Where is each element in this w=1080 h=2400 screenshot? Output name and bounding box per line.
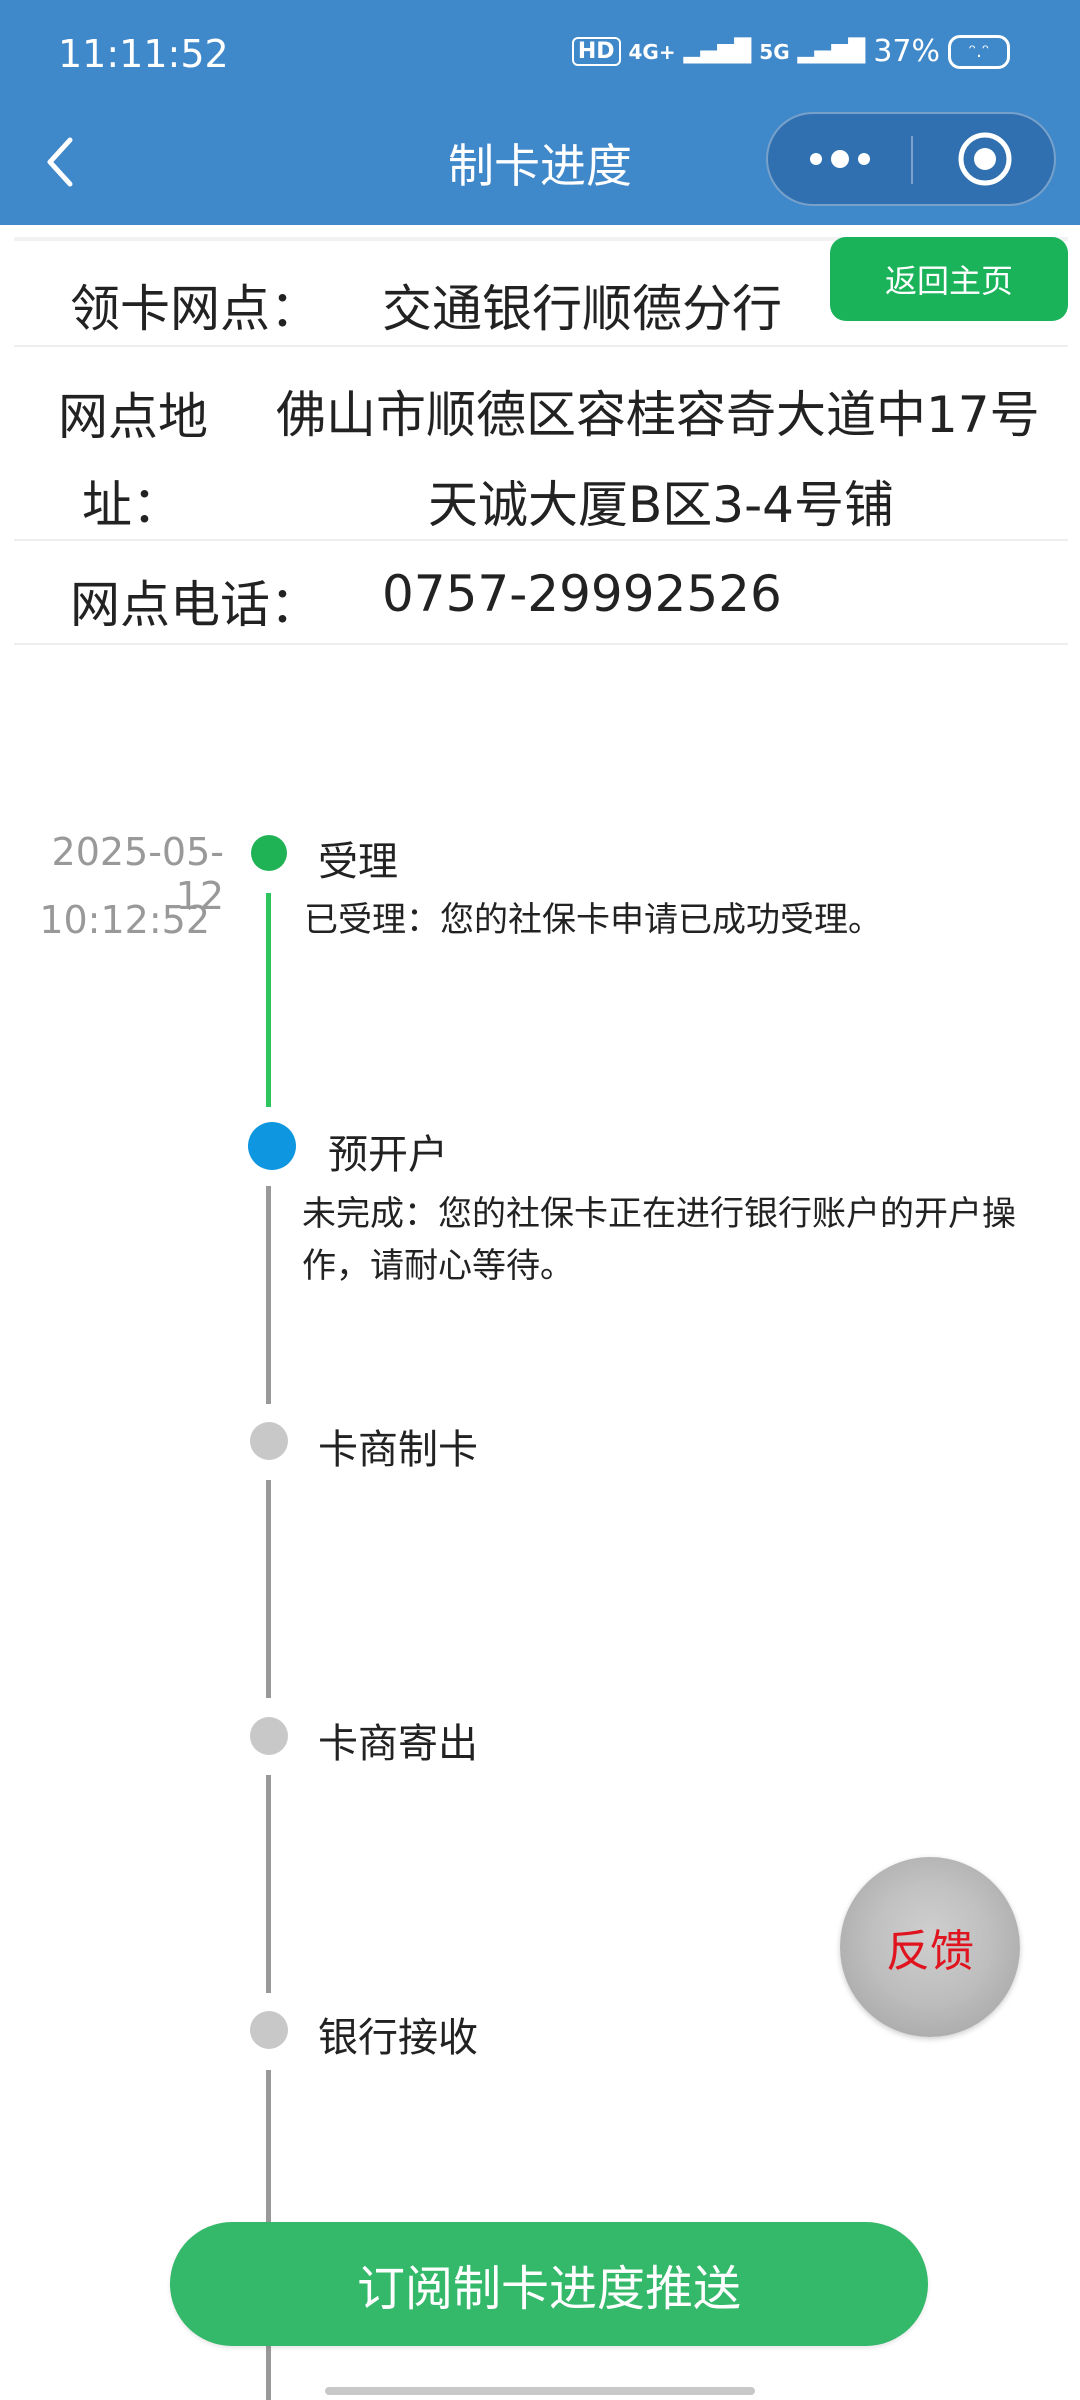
step-title: 卡商制卡	[318, 1427, 478, 1473]
timeline-dot-pending	[250, 1717, 288, 1755]
timeline-dot-pending	[250, 2011, 288, 2049]
hd-icon: HD	[571, 37, 621, 66]
home-indicator[interactable]	[325, 2387, 755, 2395]
address-line-1: 佛山市顺德区容桂容奇大道中17号	[276, 386, 1040, 444]
signal-4g-icon: 4G+	[628, 39, 676, 64]
signal-bars-icon: ▂▄▆█	[683, 39, 752, 64]
close-mini-program-button[interactable]	[913, 114, 1056, 204]
step-title: 受理	[318, 839, 398, 885]
address-line-2: 天诚大厦B区3-4号铺	[428, 476, 894, 534]
address-label-2: 址：	[82, 476, 182, 534]
timeline-line	[266, 1186, 271, 1404]
phone-row: 网点电话： 0757-29992526	[14, 541, 1068, 645]
phone-value: 0757-29992526	[382, 565, 782, 623]
status-time: 11:11:52	[58, 32, 229, 76]
address-row: 网点地 址： 佛山市顺德区容桂容奇大道中17号 天诚大厦B区3-4号铺	[14, 347, 1068, 541]
status-icons: HD 4G+ ▂▄▆█ 5G ▂▄▆█ 37% ᵔ.ᵔ	[571, 34, 1010, 69]
timeline-dot-current	[248, 1122, 296, 1170]
address-label-1: 网点地	[58, 388, 208, 446]
battery-percent: 37%	[873, 34, 940, 69]
timeline-line	[266, 1775, 271, 1993]
step-title: 银行接收	[318, 2015, 478, 2061]
step-title: 卡商寄出	[318, 1721, 478, 1767]
step-time: 10:12:52	[39, 898, 210, 942]
feedback-label: 反馈	[868, 1885, 992, 2009]
mini-program-capsule	[766, 112, 1056, 206]
battery-icon: ᵔ.ᵔ	[948, 34, 1010, 69]
return-home-button[interactable]: 返回主页	[830, 237, 1068, 321]
timeline-line-done	[266, 893, 271, 1107]
branch-label: 领卡网点：	[70, 280, 320, 338]
subscribe-progress-button[interactable]: 订阅制卡进度推送	[170, 2222, 928, 2346]
more-dots-icon	[809, 150, 870, 168]
timeline-dot-done	[251, 835, 287, 871]
timeline-dot-pending	[250, 1422, 288, 1460]
title-bar: 11:11:52 HD 4G+ ▂▄▆█ 5G ▂▄▆█ 37% ᵔ.ᵔ 制卡进…	[0, 0, 1080, 225]
step-desc: 未完成：您的社保卡正在进行银行账户的开户操作，请耐心等待。	[302, 1194, 1016, 1286]
step-title: 预开户	[328, 1132, 448, 1178]
target-close-icon	[958, 132, 1011, 186]
step-desc: 已受理：您的社保卡申请已成功受理。	[304, 900, 882, 940]
more-button[interactable]	[768, 114, 911, 204]
signal-bars-icon-2: ▂▄▆█	[797, 39, 866, 64]
branch-value: 交通银行顺德分行	[382, 280, 782, 338]
timeline-line	[266, 1480, 271, 1698]
signal-5g-icon: 5G	[759, 39, 790, 64]
feedback-button[interactable]: 反馈	[840, 1857, 1020, 2037]
phone-label: 网点电话：	[70, 576, 320, 634]
